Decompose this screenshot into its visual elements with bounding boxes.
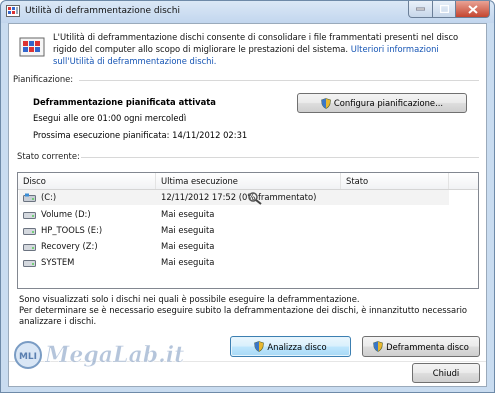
defrag-app-icon [6,5,20,17]
column-header-status[interactable]: Stato [341,173,449,189]
current-status-section-label: Stato corrente: [17,151,80,161]
disk-last-run: 12/11/2012 17:52 (0% frammentato) [161,192,317,202]
svg-text:MLI: MLI [19,352,37,362]
configure-schedule-button[interactable]: Configura pianificazione... [297,93,467,113]
system-drive-icon [23,193,36,202]
analyze-disk-label: Analizza disco [267,341,327,352]
disk-row-d[interactable]: Volume (D:) Mai eseguita [19,207,449,222]
disk-last-run: Mai eseguita [161,209,215,219]
footer-line-1: Sono visualizzati solo i dischi nei qual… [19,294,360,304]
disk-last-run: Mai eseguita [161,257,215,267]
disk-last-run: Mai eseguita [161,225,215,235]
analyze-disk-button[interactable]: Analizza disco [230,336,351,357]
uac-shield-icon [321,97,331,109]
magnifier-icon [248,192,262,205]
configure-schedule-label: Configura pianificazione... [333,98,444,108]
close-button[interactable]: Chiudi [412,363,480,383]
hard-drive-icon [23,228,36,235]
close-window-button[interactable] [455,1,490,18]
footer-line-3: analizzare i dischi. [19,316,97,326]
schedule-section-label: Pianificazione: [13,74,74,84]
column-header-last-run[interactable]: Ultima esecuzione [156,173,341,189]
footer-line-2: Per determinare se è necessario eseguire… [19,305,468,315]
title-bar[interactable]: Utilità di deframmentazione dischi [1,1,494,23]
maximize-icon [439,5,449,13]
disk-name: Volume (D:) [41,209,91,219]
watermark-text: MegaLab.it [45,342,185,369]
window-title: Utilità di deframmentazione dischi [25,6,180,16]
defragment-disk-label: Deframmenta disco [386,341,469,352]
schedule-divider [79,80,479,81]
defragment-disk-button[interactable]: Deframmenta disco [362,336,480,357]
minimize-icon [416,7,425,11]
disk-list[interactable]: Disco Ultima esecuzione Stato (C:) 12/11… [17,172,479,289]
hard-drive-icon [23,244,36,251]
close-icon [467,4,478,14]
defrag-app-icon [19,37,45,57]
close-button-label: Chiudi [432,368,460,378]
disk-name: SYSTEM [41,257,75,267]
maximize-button[interactable] [432,1,456,18]
hard-drive-icon [23,212,36,219]
uac-shield-icon [373,341,383,352]
schedule-status: Deframmentazione pianificata attivata [33,97,216,107]
disk-row-c[interactable]: (C:) 12/11/2012 17:52 (0% frammentato) [19,190,449,205]
schedule-next-run: Prossima esecuzione pianificata: 14/11/2… [33,130,248,140]
footer-notes: Sono visualizzati solo i dischi nei qual… [19,294,479,327]
minimize-button[interactable] [408,1,433,18]
schedule-when: Esegui alle ore 01:00 ogni mercoledì [33,113,187,123]
disk-name: Recovery (Z:) [41,241,98,251]
disk-row-z[interactable]: Recovery (Z:) Mai eseguita [19,239,449,254]
megalab-watermark: MLI MegaLab.it [13,340,185,370]
hard-drive-icon [23,260,36,267]
column-header-disk[interactable]: Disco [18,173,156,189]
disk-list-header: Disco Ultima esecuzione Stato [18,173,478,190]
disk-row-system[interactable]: SYSTEM Mai eseguita [19,255,449,270]
disk-row-e[interactable]: HP_TOOLS (E:) Mai eseguita [19,223,449,238]
uac-shield-icon [254,341,265,352]
disk-name: (C:) [41,192,57,202]
disk-name: HP_TOOLS (E:) [41,225,103,235]
status-divider [81,157,479,158]
megalab-logo-icon: MLI [14,341,42,369]
dialog-body: L'Utilità di deframmentazione dischi con… [8,23,487,387]
intro-description: L'Utilità di deframmentazione dischi con… [53,31,478,67]
app-window: Utilità di deframmentazione dischi L'Uti… [0,0,495,393]
disk-last-run: Mai eseguita [161,241,215,251]
